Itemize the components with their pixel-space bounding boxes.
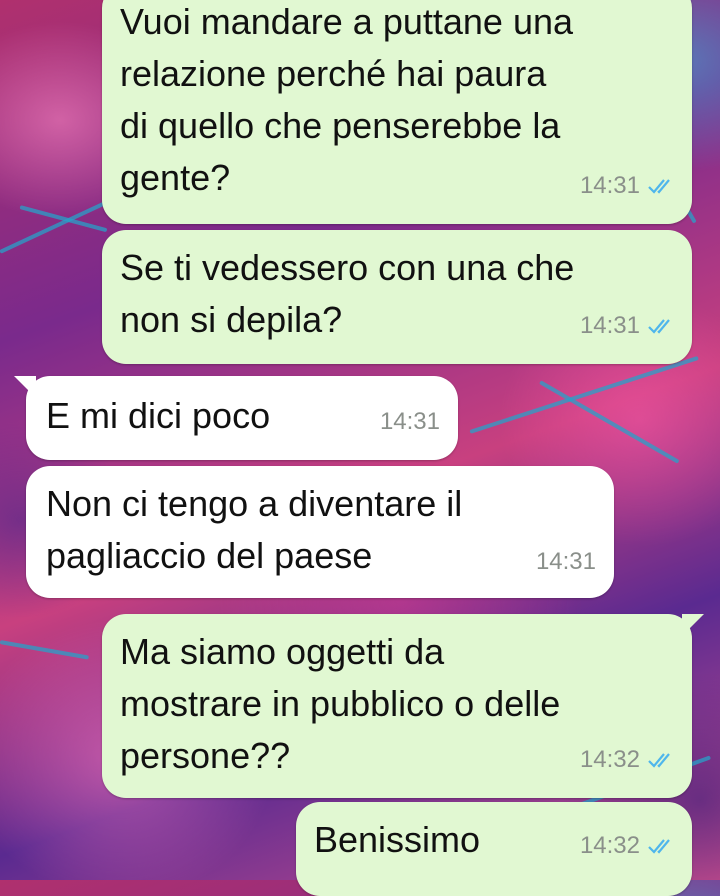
message-time: 14:32 <box>579 746 640 773</box>
background-branch <box>0 640 89 660</box>
message-bubble-outgoing[interactable]: Se ti vedessero con una che non si depil… <box>102 230 692 364</box>
read-double-check-icon <box>648 319 670 334</box>
message-bubble-incoming[interactable]: Non ci tengo a diventare il pagliaccio d… <box>26 466 614 598</box>
message-time: 14:31 <box>579 312 640 339</box>
message-time: 14:31 <box>535 548 596 575</box>
message-text: Non ci tengo a diventare il pagliaccio d… <box>46 483 463 576</box>
message-meta: 14:31 <box>580 160 676 212</box>
bubble-tail <box>682 614 704 636</box>
message-time: 14:31 <box>579 172 640 199</box>
message-bubble-outgoing[interactable]: Vuoi mandare a puttane una relazione per… <box>102 0 692 224</box>
message-bubble-outgoing[interactable]: Ma siamo oggetti da mostrare in pubblico… <box>102 614 704 798</box>
message-bubble-incoming[interactable]: E mi dici poco 14:31 <box>14 376 458 460</box>
message-meta: 14:32 <box>580 820 676 872</box>
message-meta: 14:31 <box>536 536 596 588</box>
message-text: Benissimo <box>314 819 481 860</box>
message-text: E mi dici poco <box>46 395 271 436</box>
message-meta: 14:31 <box>380 396 440 448</box>
background-branch <box>539 380 680 464</box>
read-double-check-icon <box>648 753 670 768</box>
message-meta: 14:32 <box>580 734 676 786</box>
bubble-tail <box>14 376 36 398</box>
message-bubble-outgoing[interactable]: Benissimo 14:32 <box>296 802 692 896</box>
background-branch <box>469 355 699 434</box>
read-double-check-icon <box>648 839 670 854</box>
message-time: 14:32 <box>579 832 640 859</box>
message-meta: 14:31 <box>580 300 676 352</box>
message-time: 14:31 <box>379 408 440 435</box>
read-double-check-icon <box>648 179 670 194</box>
